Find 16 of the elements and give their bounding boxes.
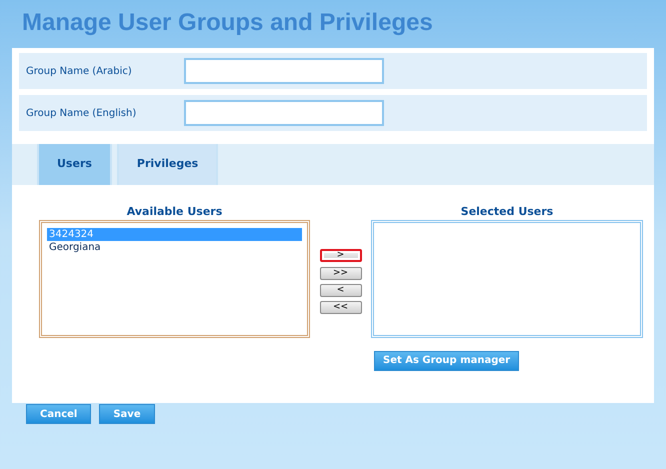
list-heading: Selected Users bbox=[460, 205, 554, 219]
list-heading: Available Users bbox=[126, 205, 222, 219]
field-label: Group Name (Arabic) bbox=[26, 64, 133, 78]
list-item[interactable]: Georgiana bbox=[47, 241, 302, 254]
transfer-button[interactable]: >> bbox=[320, 267, 362, 280]
tab[interactable]: Privileges bbox=[116, 144, 218, 185]
transfer-button[interactable]: << bbox=[320, 301, 362, 314]
available-users-list[interactable]: 3424324 Georgiana bbox=[39, 220, 310, 338]
field-label: Group Name (English) bbox=[26, 106, 138, 120]
transfer-button[interactable]: > bbox=[320, 249, 362, 262]
transfer-button[interactable]: < bbox=[320, 284, 362, 297]
tab[interactable]: Users bbox=[37, 144, 112, 185]
selected-users-list[interactable] bbox=[371, 220, 643, 338]
text-field[interactable] bbox=[184, 58, 384, 84]
text-field[interactable] bbox=[184, 100, 384, 126]
page-title: Manage User Groups and Privileges bbox=[22, 8, 434, 38]
